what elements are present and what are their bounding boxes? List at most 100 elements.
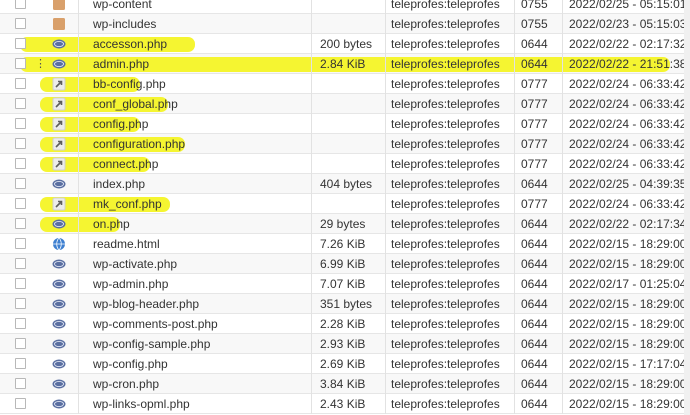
file-name[interactable]: readme.html	[93, 234, 160, 253]
file-name[interactable]: wp-content	[93, 0, 152, 13]
file-name[interactable]: bb-config.php	[93, 74, 166, 93]
file-permissions[interactable]: 0777	[521, 154, 548, 173]
row-checkbox[interactable]	[15, 398, 26, 409]
table-row[interactable]: wp-admin.php 7.07 KiB teleprofes:telepro…	[0, 274, 690, 294]
file-permissions[interactable]: 0644	[521, 294, 548, 313]
file-permissions[interactable]: 0777	[521, 134, 548, 153]
file-size: 200 bytes	[320, 37, 373, 51]
table-row[interactable]: index.php 404 bytes teleprofes:teleprofe…	[0, 174, 690, 194]
file-permissions[interactable]: 0777	[521, 114, 548, 133]
file-permissions[interactable]: 0644	[521, 214, 548, 233]
file-modified-date: 2022/02/15 - 18:29:00	[569, 317, 687, 331]
file-permissions[interactable]: 0644	[521, 34, 548, 53]
file-name[interactable]: wp-admin.php	[93, 274, 168, 293]
row-checkbox[interactable]	[15, 58, 26, 69]
row-checkbox[interactable]	[15, 338, 26, 349]
row-checkbox[interactable]	[15, 298, 26, 309]
file-permissions[interactable]: 0644	[521, 374, 548, 393]
row-checkbox[interactable]	[15, 0, 26, 9]
file-owner: teleprofes:teleprofes	[391, 237, 500, 251]
file-permissions[interactable]: 0644	[521, 334, 548, 353]
file-owner: teleprofes:teleprofes	[391, 357, 500, 371]
table-row[interactable]: wp-activate.php 6.99 KiB teleprofes:tele…	[0, 254, 690, 274]
row-checkbox[interactable]	[15, 118, 26, 129]
file-owner: teleprofes:teleprofes	[391, 177, 500, 191]
row-checkbox[interactable]	[15, 258, 26, 269]
table-row[interactable]: wp-config.php 2.69 KiB teleprofes:telepr…	[0, 354, 690, 374]
file-name[interactable]: conf_global.php	[93, 94, 178, 113]
table-row[interactable]: bb-config.php teleprofes:teleprofes 0777…	[0, 74, 690, 94]
file-size: 7.26 KiB	[320, 237, 366, 251]
table-row[interactable]: mk_conf.php teleprofes:teleprofes 0777 2…	[0, 194, 690, 214]
file-permissions[interactable]: 0777	[521, 194, 548, 213]
table-row[interactable]: wp-includes teleprofes:teleprofes 0755 2…	[0, 14, 690, 34]
table-row[interactable]: wp-blog-header.php 351 bytes teleprofes:…	[0, 294, 690, 314]
table-row[interactable]: wp-config-sample.php 2.93 KiB teleprofes…	[0, 334, 690, 354]
file-modified-date: 2022/02/15 - 18:29:00	[569, 237, 687, 251]
file-name[interactable]: wp-cron.php	[93, 374, 159, 393]
file-name[interactable]: wp-config-sample.php	[93, 334, 210, 353]
file-name[interactable]: wp-comments-post.php	[93, 314, 218, 333]
php-icon	[52, 337, 66, 351]
row-checkbox[interactable]	[15, 278, 26, 289]
file-permissions[interactable]: 0644	[521, 234, 548, 253]
file-permissions[interactable]: 0755	[521, 0, 548, 13]
row-checkbox[interactable]	[15, 78, 26, 89]
file-name[interactable]: wp-config.php	[93, 354, 168, 373]
row-checkbox[interactable]	[15, 378, 26, 389]
table-row[interactable]: conf_global.php teleprofes:teleprofes 07…	[0, 94, 690, 114]
row-menu-icon[interactable]: ⋮	[35, 54, 46, 74]
file-name[interactable]: mk_conf.php	[93, 194, 162, 213]
file-permissions[interactable]: 0755	[521, 14, 548, 33]
row-checkbox[interactable]	[15, 318, 26, 329]
file-name[interactable]: wp-includes	[93, 14, 156, 33]
row-checkbox[interactable]	[15, 18, 26, 29]
row-checkbox[interactable]	[15, 358, 26, 369]
file-owner: teleprofes:teleprofes	[391, 317, 500, 331]
file-name[interactable]: on.php	[93, 214, 130, 233]
table-row[interactable]: admin.php 2.84 KiB teleprofes:teleprofes…	[0, 54, 690, 74]
table-row[interactable]: on.php 29 bytes teleprofes:teleprofes 06…	[0, 214, 690, 234]
table-row[interactable]: wp-links-opml.php 2.43 KiB teleprofes:te…	[0, 394, 690, 414]
table-row[interactable]: accesson.php 200 bytes teleprofes:telepr…	[0, 34, 690, 54]
file-name[interactable]: config.php	[93, 114, 148, 133]
file-name[interactable]: connect.php	[93, 154, 158, 173]
file-permissions[interactable]: 0777	[521, 94, 548, 113]
symlink-icon	[52, 157, 66, 171]
file-name[interactable]: wp-links-opml.php	[93, 394, 190, 413]
file-name[interactable]: configuration.php	[93, 134, 185, 153]
file-permissions[interactable]: 0644	[521, 314, 548, 333]
file-modified-date: 2022/02/24 - 06:33:42	[569, 197, 687, 211]
table-row[interactable]: config.php teleprofes:teleprofes 0777 20…	[0, 114, 690, 134]
row-checkbox[interactable]	[15, 198, 26, 209]
table-row[interactable]: wp-comments-post.php 2.28 KiB teleprofes…	[0, 314, 690, 334]
file-permissions[interactable]: 0777	[521, 74, 548, 93]
file-permissions[interactable]: 0644	[521, 274, 548, 293]
row-checkbox[interactable]	[15, 158, 26, 169]
file-name[interactable]: accesson.php	[93, 34, 167, 53]
table-row[interactable]: wp-content teleprofes:teleprofes 0755 20…	[0, 0, 690, 14]
scrollbar[interactable]	[684, 0, 690, 415]
file-name[interactable]: admin.php	[93, 54, 149, 73]
row-checkbox[interactable]	[15, 178, 26, 189]
row-checkbox[interactable]	[15, 98, 26, 109]
row-checkbox[interactable]	[15, 238, 26, 249]
file-name[interactable]: wp-activate.php	[93, 254, 177, 273]
file-permissions[interactable]: 0644	[521, 254, 548, 273]
file-permissions[interactable]: 0644	[521, 174, 548, 193]
file-permissions[interactable]: 0644	[521, 54, 548, 73]
file-size: 2.84 KiB	[320, 57, 366, 71]
file-name[interactable]: wp-blog-header.php	[93, 294, 199, 313]
table-row[interactable]: connect.php teleprofes:teleprofes 0777 2…	[0, 154, 690, 174]
file-permissions[interactable]: 0644	[521, 354, 548, 373]
row-checkbox[interactable]	[15, 38, 26, 49]
file-name[interactable]: index.php	[93, 174, 145, 193]
table-row[interactable]: wp-cron.php 3.84 KiB teleprofes:teleprof…	[0, 374, 690, 394]
row-checkbox[interactable]	[15, 218, 26, 229]
row-checkbox[interactable]	[15, 138, 26, 149]
table-row[interactable]: configuration.php teleprofes:teleprofes …	[0, 134, 690, 154]
table-row[interactable]: readme.html 7.26 KiB teleprofes:teleprof…	[0, 234, 690, 254]
column-divider	[385, 0, 386, 414]
php-icon	[52, 57, 66, 71]
file-permissions[interactable]: 0644	[521, 394, 548, 413]
